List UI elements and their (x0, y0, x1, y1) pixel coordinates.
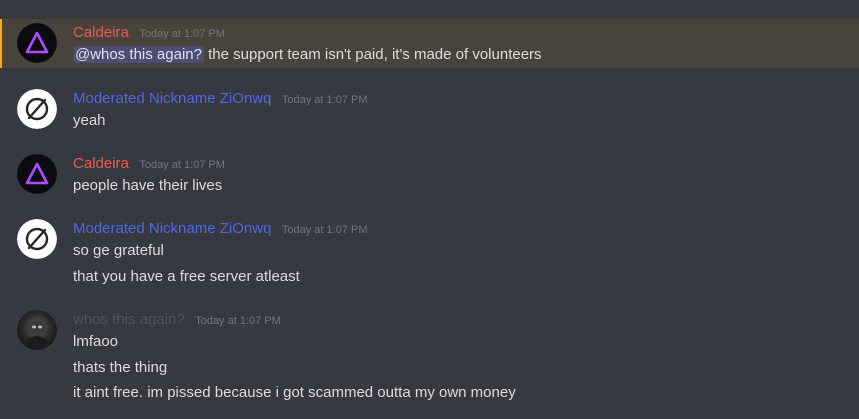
purple-triangle-icon (17, 154, 57, 194)
message-content: @whos this again? the support team isn't… (73, 46, 542, 63)
username[interactable]: Caldeira (73, 155, 129, 172)
username[interactable]: Moderated Nickname ZiOnwq (73, 90, 271, 107)
message-text: lmfaoo (73, 333, 119, 350)
message-text: that you have a free server atleast (73, 268, 300, 285)
timestamp: Today at 1:07 PM (281, 224, 368, 236)
message-header: Moderated Nickname ZiOnwq Today at 1:07 … (73, 90, 367, 108)
timestamp: Today at 1:07 PM (281, 94, 368, 106)
message-header: Moderated Nickname ZiOnwq Today at 1:07 … (73, 220, 367, 238)
username[interactable]: Moderated Nickname ZiOnwq (73, 220, 271, 237)
timestamp: Today at 1:07 PM (139, 28, 225, 40)
message-text: yeah (73, 112, 106, 129)
avatar-caldeira[interactable] (17, 154, 57, 194)
timestamp: Today at 1:07 PM (195, 315, 281, 327)
message-header: whos this again? Today at 1:07 PM (73, 311, 281, 329)
message-text: thats the thing (73, 359, 168, 376)
null-circle-icon (17, 219, 57, 259)
user-mention[interactable]: @whos this again? (73, 46, 204, 63)
null-circle-icon (17, 89, 57, 129)
purple-triangle-icon (17, 23, 57, 63)
message-text: so ge grateful (73, 242, 164, 259)
message-header: Caldeira Today at 1:07 PM (73, 24, 225, 42)
avatar-whos-this-again[interactable] (17, 310, 57, 350)
message-header: Caldeira Today at 1:07 PM (73, 155, 225, 173)
avatar-moderated[interactable] (17, 89, 57, 129)
avatar-caldeira[interactable] (17, 23, 57, 63)
username[interactable]: whos this again? (73, 311, 185, 328)
dark-photo-avatar-icon (17, 310, 57, 350)
message-text: people have their lives (73, 177, 223, 194)
message-text: the support team isn't paid, it's made o… (208, 46, 542, 63)
timestamp: Today at 1:07 PM (139, 159, 225, 171)
username[interactable]: Caldeira (73, 24, 129, 41)
avatar-moderated[interactable] (17, 219, 57, 259)
message-text: it aint free. im pissed because i got sc… (73, 384, 516, 401)
